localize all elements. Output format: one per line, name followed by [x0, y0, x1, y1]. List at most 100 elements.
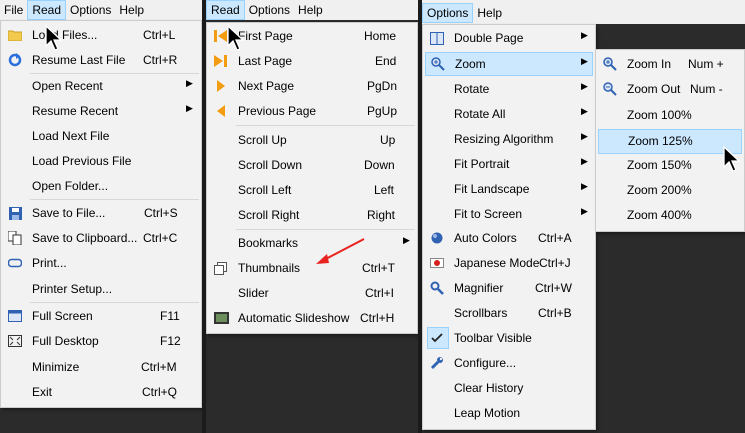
magnifier-icon — [429, 280, 445, 296]
menubar-panel1: File Read Options Help — [0, 0, 202, 20]
next-page-icon — [213, 78, 229, 94]
menu-item-save-to-clipboard[interactable]: Save to Clipboard... Ctrl+C — [3, 227, 199, 249]
zoom-out-icon — [602, 81, 618, 97]
submenu-arrow-icon: ▶ — [581, 106, 588, 116]
thumbnails-icon — [213, 260, 229, 276]
menu-item-japanese-mode[interactable]: Japanese Mode Ctrl+J — [425, 252, 593, 274]
double-page-icon — [429, 30, 445, 46]
menu-item-clear-history[interactable]: Clear History — [425, 377, 593, 399]
menu-item-load-previous-file[interactable]: Load Previous File — [3, 150, 199, 172]
menu-item-zoom[interactable]: Zoom ▶ — [425, 52, 593, 76]
japanese-mode-icon — [429, 255, 445, 271]
separator — [30, 302, 199, 303]
fullscreen-icon — [7, 308, 23, 324]
menu-options[interactable]: Options — [66, 0, 115, 20]
mouse-cursor-icon — [45, 24, 62, 51]
menu-options[interactable]: Options — [422, 3, 474, 23]
submenu-arrow-icon: ▶ — [581, 30, 588, 40]
menu-help[interactable]: Help — [473, 3, 506, 23]
menu-item-magnifier[interactable]: Magnifier Ctrl+W — [425, 277, 593, 299]
menu-item-last-page[interactable]: Last Page End — [209, 50, 415, 72]
menu-read[interactable]: Read — [206, 0, 245, 20]
menu-item-resume-recent[interactable]: Resume Recent ▶ — [3, 100, 199, 122]
menubar-panel2: Read Options Help — [206, 0, 418, 20]
file-menu: Load Files... Ctrl+L Resume Last File Ct… — [0, 20, 202, 408]
menu-item-resume-last-file[interactable]: Resume Last File Ctrl+R — [3, 49, 199, 71]
menu-item-zoom-125[interactable]: Zoom 125% — [598, 129, 742, 154]
resume-icon — [7, 52, 23, 68]
menu-item-fit-landscape[interactable]: Fit Landscape ▶ — [425, 178, 593, 200]
submenu-arrow-icon: ▶ — [581, 156, 588, 166]
submenu-arrow-icon: ▶ — [581, 81, 588, 91]
menu-item-next-page[interactable]: Next Page PgDn — [209, 75, 415, 97]
menu-item-fit-portrait[interactable]: Fit Portrait ▶ — [425, 153, 593, 175]
menu-item-open-folder[interactable]: Open Folder... — [3, 175, 199, 197]
read-menu: First Page Home Last Page End Next Page … — [206, 22, 418, 334]
last-page-icon — [213, 53, 229, 69]
menu-item-zoom-out[interactable]: Zoom Out Num - — [598, 78, 742, 100]
print-icon — [7, 255, 23, 271]
menu-item-previous-page[interactable]: Previous Page PgUp — [209, 100, 415, 122]
menu-file[interactable]: File — [0, 0, 27, 20]
menu-item-zoom-150[interactable]: Zoom 150% — [598, 154, 742, 176]
menu-item-load-next-file[interactable]: Load Next File — [3, 125, 199, 147]
annotation-arrow — [316, 238, 365, 264]
menu-item-scroll-down[interactable]: Scroll Down Down — [209, 154, 415, 176]
menu-item-scroll-left[interactable]: Scroll Left Left — [209, 179, 415, 201]
mouse-cursor-icon — [723, 145, 740, 172]
submenu-arrow-icon: ▶ — [581, 131, 588, 141]
menu-item-full-screen[interactable]: Full Screen F11 — [3, 305, 199, 327]
submenu-arrow-icon: ▶ — [581, 206, 588, 216]
menu-item-leap-motion[interactable]: Leap Motion — [425, 402, 593, 424]
checkmark-icon — [429, 330, 445, 346]
submenu-arrow-icon: ▶ — [581, 181, 588, 191]
previous-page-icon — [213, 103, 229, 119]
menu-item-print[interactable]: Print... — [3, 252, 199, 274]
zoom-icon — [430, 56, 446, 72]
clipboard-icon — [7, 230, 23, 246]
slideshow-icon — [213, 310, 229, 326]
separator — [236, 125, 415, 126]
menu-item-minimize[interactable]: Minimize Ctrl+M — [3, 356, 199, 378]
menu-item-open-recent[interactable]: Open Recent ▶ — [3, 75, 199, 97]
menu-item-scrollbars[interactable]: Scrollbars Ctrl+B — [425, 302, 593, 324]
menu-options[interactable]: Options — [245, 0, 294, 20]
separator — [30, 199, 199, 200]
menu-item-printer-setup[interactable]: Printer Setup... — [3, 278, 199, 300]
menubar-panel3: Options Help — [422, 0, 745, 24]
menu-item-rotate[interactable]: Rotate ▶ — [425, 78, 593, 100]
separator — [30, 73, 199, 74]
menu-item-scroll-right[interactable]: Scroll Right Right — [209, 204, 415, 226]
menu-item-slider[interactable]: Slider Ctrl+I — [209, 282, 415, 304]
menu-item-load-files[interactable]: Load Files... Ctrl+L — [3, 24, 199, 46]
menu-item-full-desktop[interactable]: Full Desktop F12 — [3, 330, 199, 352]
menu-item-fit-to-screen[interactable]: Fit to Screen ▶ — [425, 203, 593, 225]
menu-item-zoom-200[interactable]: Zoom 200% — [598, 179, 742, 201]
submenu-arrow-icon: ▶ — [186, 103, 193, 113]
menu-item-configure[interactable]: Configure... — [425, 352, 593, 374]
menu-item-resizing-algorithm[interactable]: Resizing Algorithm ▶ — [425, 128, 593, 150]
separator — [236, 229, 415, 230]
menu-item-exit[interactable]: Exit Ctrl+Q — [3, 381, 199, 403]
zoom-in-icon — [602, 56, 618, 72]
submenu-arrow-icon: ▶ — [581, 56, 588, 66]
menu-read[interactable]: Read — [27, 0, 67, 20]
menu-item-toolbar-visible[interactable]: Toolbar Visible — [425, 327, 593, 349]
menu-item-double-page[interactable]: Double Page ▶ — [425, 27, 593, 49]
menu-item-scroll-up[interactable]: Scroll Up Up — [209, 129, 415, 151]
menu-item-rotate-all[interactable]: Rotate All ▶ — [425, 103, 593, 125]
menu-item-zoom-400[interactable]: Zoom 400% — [598, 204, 742, 226]
folder-icon — [7, 27, 23, 43]
menu-item-save-to-file[interactable]: Save to File... Ctrl+S — [3, 202, 199, 224]
menu-item-zoom-100[interactable]: Zoom 100% — [598, 104, 742, 126]
menu-help[interactable]: Help — [294, 0, 327, 20]
submenu-arrow-icon: ▶ — [186, 78, 193, 88]
mouse-cursor-icon — [227, 24, 244, 51]
menu-item-automatic-slideshow[interactable]: Automatic Slideshow Ctrl+H — [209, 307, 415, 329]
menu-help[interactable]: Help — [115, 0, 148, 20]
fulldesktop-icon — [7, 333, 23, 349]
submenu-arrow-icon: ▶ — [403, 235, 410, 245]
zoom-submenu: Zoom In Num + Zoom Out Num - Zoom 100% Z… — [595, 49, 745, 232]
menu-item-zoom-in[interactable]: Zoom In Num + — [598, 53, 742, 75]
menu-item-auto-colors[interactable]: Auto Colors Ctrl+A — [425, 227, 593, 249]
